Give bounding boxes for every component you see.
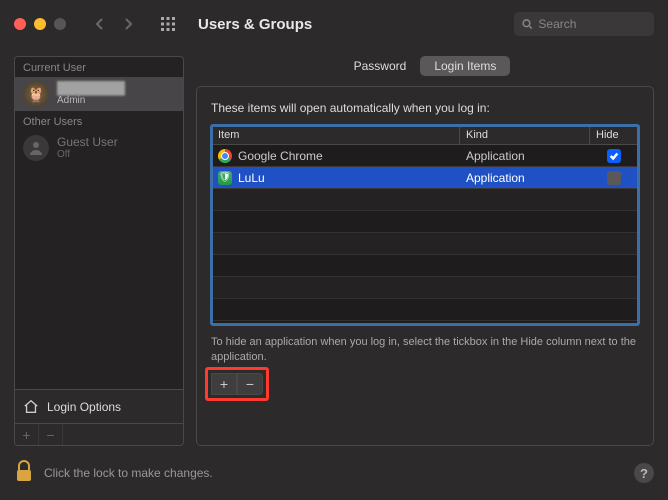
preferences-window: Users & Groups Current User 🦉 ████████ A… <box>0 0 668 500</box>
panel-intro-text: These items will open automatically when… <box>211 101 639 115</box>
user-name: ████████ <box>57 82 125 95</box>
back-button[interactable] <box>88 12 112 36</box>
tab-bar: Password Login Items <box>196 56 654 76</box>
tab-login-items[interactable]: Login Items <box>420 56 510 76</box>
login-options-label: Login Options <box>47 400 121 414</box>
other-users-section-label: Other Users <box>15 111 183 131</box>
main-area: Current User 🦉 ████████ Admin Other User… <box>14 56 654 446</box>
item-kind: Application <box>460 149 590 163</box>
current-user-section-label: Current User <box>15 57 183 77</box>
column-header-item[interactable]: Item <box>212 126 460 144</box>
add-remove-login-item-bar: + − <box>211 373 263 395</box>
search-input[interactable] <box>538 17 646 31</box>
app-icon <box>218 149 232 163</box>
avatar-icon: 🦉 <box>23 81 49 107</box>
help-button[interactable]: ? <box>634 463 654 483</box>
remove-login-item-button[interactable]: − <box>237 373 263 395</box>
user-list: Current User 🦉 ████████ Admin Other User… <box>14 56 184 390</box>
hint-text: To hide an application when you log in, … <box>211 335 639 365</box>
lock-hint-text: Click the lock to make changes. <box>44 466 624 480</box>
add-user-button: + <box>15 424 39 445</box>
sidebar: Current User 🦉 ████████ Admin Other User… <box>14 56 184 446</box>
show-all-icon[interactable] <box>158 14 178 34</box>
user-add-remove-bar: + − <box>14 424 184 446</box>
search-icon <box>522 18 532 30</box>
table-row[interactable]: Google Chrome Application <box>212 145 638 167</box>
item-name: Google Chrome <box>238 149 323 163</box>
table-row-empty <box>212 277 638 299</box>
window-title: Users & Groups <box>198 16 502 33</box>
user-status: Off <box>57 149 118 160</box>
table-row-empty <box>212 233 638 255</box>
traffic-lights <box>14 18 66 30</box>
item-name: LuLu <box>238 171 265 185</box>
close-window-button[interactable] <box>14 18 26 30</box>
table-row-empty <box>212 189 638 211</box>
hide-checkbox[interactable] <box>607 149 621 163</box>
add-login-item-button[interactable]: + <box>211 373 237 395</box>
minimize-window-button[interactable] <box>34 18 46 30</box>
forward-button[interactable] <box>116 12 140 36</box>
sidebar-item-current-user[interactable]: 🦉 ████████ Admin <box>15 77 183 111</box>
house-icon <box>23 399 39 415</box>
zoom-window-button[interactable] <box>54 18 66 30</box>
table-body: Google Chrome Application <box>212 145 638 324</box>
table-row-empty <box>212 255 638 277</box>
search-field[interactable] <box>514 12 654 36</box>
nav-buttons <box>88 12 140 36</box>
app-icon <box>218 171 232 185</box>
lock-icon[interactable] <box>14 460 34 487</box>
login-options-button[interactable]: Login Options <box>14 390 184 424</box>
remove-user-button: − <box>39 424 63 445</box>
avatar-icon <box>23 135 49 161</box>
hide-checkbox[interactable] <box>607 171 621 185</box>
sidebar-item-guest-user[interactable]: Guest User Off <box>15 131 183 165</box>
titlebar: Users & Groups <box>0 0 668 48</box>
table-row-empty <box>212 299 638 321</box>
footer: Click the lock to make changes. ? <box>14 458 654 488</box>
content-pane: Password Login Items These items will op… <box>196 56 654 446</box>
user-role: Admin <box>57 95 125 106</box>
table-header: Item Kind Hide <box>212 126 638 145</box>
login-items-panel: These items will open automatically when… <box>196 86 654 446</box>
item-kind: Application <box>460 171 590 185</box>
tab-password[interactable]: Password <box>340 56 421 76</box>
table-row-empty <box>212 211 638 233</box>
column-header-kind[interactable]: Kind <box>460 126 590 144</box>
column-header-hide[interactable]: Hide <box>590 126 638 144</box>
table-row[interactable]: LuLu Application <box>212 167 638 189</box>
user-name: Guest User <box>57 136 118 149</box>
login-items-table[interactable]: Item Kind Hide Google Chrome Application <box>211 125 639 325</box>
